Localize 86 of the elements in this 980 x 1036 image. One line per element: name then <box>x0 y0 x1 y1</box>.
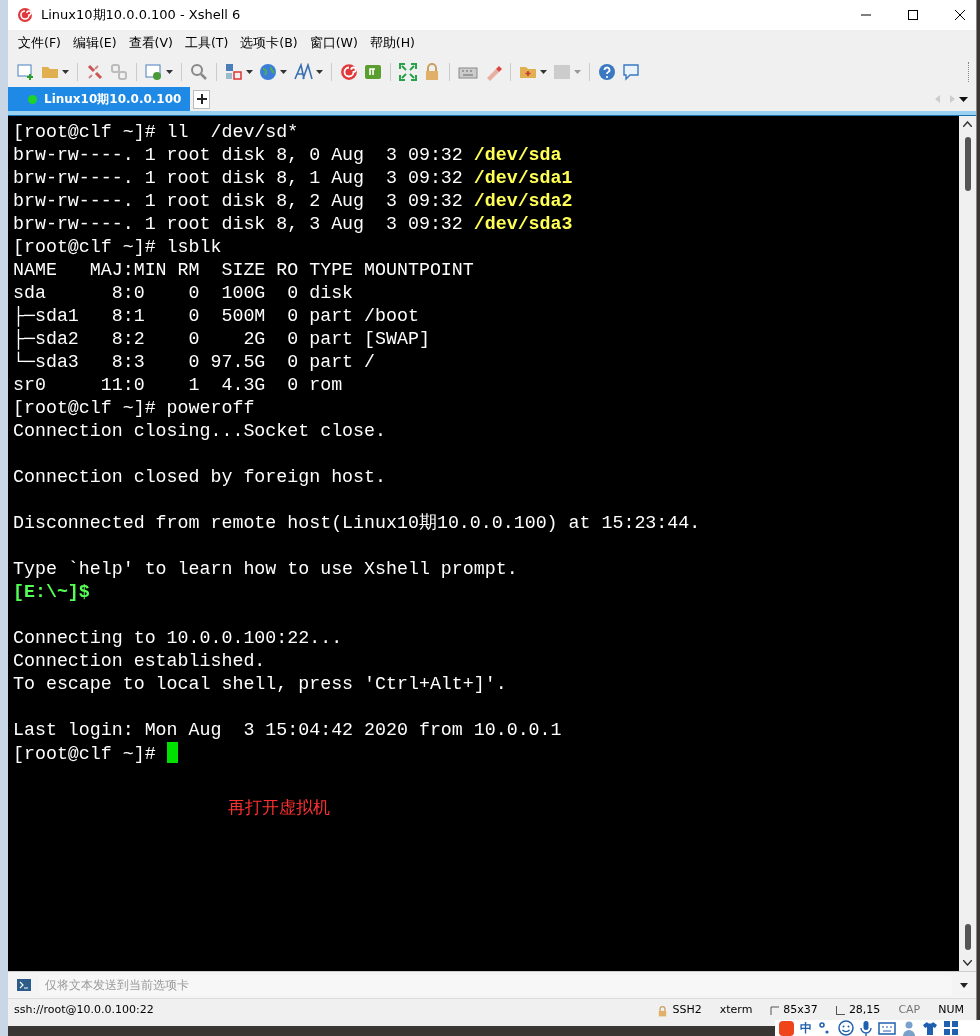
text-cursor <box>166 742 178 763</box>
terminal-text: brw-rw----. 1 root disk 8, 3 Aug 3 09:32 <box>13 214 464 234</box>
terminal-text: sda 8:0 0 100G 0 disk <box>13 283 354 303</box>
terminal-text: [root@clf ~]# ll /dev/sd* <box>13 122 299 142</box>
globe-icon[interactable] <box>259 63 277 81</box>
terminal-text: Connection closed by foreign host. <box>13 467 386 487</box>
layout-icon[interactable] <box>225 63 243 81</box>
terminal-text: To escape to local shell, press 'Ctrl+Alt+]'. <box>13 674 507 694</box>
terminal-text: ├─sda1 8:1 0 500M 0 part /boot <box>13 306 419 326</box>
terminal-text: brw-rw----. 1 root disk 8, 1 Aug 3 09:32 <box>13 168 464 188</box>
spiral-logo-icon[interactable] <box>340 63 358 81</box>
input-mode-toggle[interactable]: 中 <box>800 1020 812 1036</box>
caret-icon[interactable] <box>540 70 547 74</box>
protocol-label: SSH2 <box>672 1003 702 1016</box>
num-lock-label: NUM <box>938 1003 964 1016</box>
shirt-icon[interactable] <box>922 1021 938 1035</box>
smiley-icon[interactable] <box>838 1020 854 1036</box>
resize-icon <box>770 1006 780 1015</box>
spiral-logo-icon <box>17 7 33 23</box>
plus-icon <box>196 94 207 104</box>
fullscreen-icon[interactable] <box>399 63 417 81</box>
menu-item[interactable]: 编辑(E) <box>72 35 117 52</box>
terminal-text: [root@clf ~]# poweroff <box>13 398 255 418</box>
terminal-text: sr0 11:0 1 4.3G 0 rom <box>13 375 343 395</box>
annotation-text: 再打开虚拟机 <box>228 796 330 818</box>
font-icon[interactable] <box>293 63 313 81</box>
microphone-icon[interactable] <box>860 1020 872 1036</box>
terminal-text: ├─sda2 8:2 0 2G 0 part [SWAP] <box>13 329 430 349</box>
terminal-text: Connecting to 10.0.0.100:22... <box>13 628 343 648</box>
file-transfer-icon[interactable] <box>364 63 382 81</box>
caret-icon[interactable] <box>246 70 253 74</box>
cursor-position-icon <box>835 1006 845 1015</box>
menu-item[interactable]: 帮助(H) <box>369 35 415 52</box>
terminal-text: Disconnected from remote host(Linux10期10.0.0.100) at 15:23:44. <box>13 513 701 533</box>
terminal-icon <box>17 979 31 991</box>
terminal-text: └─sda3 8:3 0 97.5G 0 part / <box>13 352 376 372</box>
terminal-text: Connection closing...Socket close. <box>13 421 386 441</box>
scroll-thumb[interactable] <box>964 137 971 191</box>
terminal-text: brw-rw----. 1 root disk 8, 2 Aug 3 09:32 <box>13 191 464 211</box>
terminal-size-label: 85x37 <box>783 1003 818 1016</box>
toolbar-grip-icon <box>968 62 972 82</box>
caret-icon[interactable] <box>280 70 287 74</box>
scroll-thumb[interactable] <box>964 924 971 950</box>
menu-item[interactable]: 查看(V) <box>128 35 173 52</box>
caret-icon[interactable] <box>960 982 968 988</box>
terminal-text: Last login: Mon Aug 3 15:04:42 2020 from 10.0.0.1 <box>13 720 562 740</box>
caret-icon[interactable] <box>316 70 323 74</box>
terminal-text: [root@clf ~]# <box>13 744 157 764</box>
caret-icon[interactable] <box>166 70 173 74</box>
menu-item[interactable]: 选项卡(B) <box>240 35 298 52</box>
file-path: /dev/sda3 <box>473 214 573 234</box>
terminal-text: [root@clf ~]# lsblk <box>13 237 222 257</box>
terminal-text: NAME MAJ:MIN RM SIZE RO TYPE MOUNTPOINT <box>13 260 474 280</box>
menu-item[interactable]: 窗口(W) <box>309 35 358 52</box>
caret-icon[interactable] <box>959 96 968 102</box>
terminal-text: Type `help' to learn how to use Xshell prompt. <box>13 559 518 579</box>
new-tab-button[interactable] <box>193 89 210 109</box>
keyboard-icon[interactable] <box>878 1021 896 1035</box>
input-method-logo-icon[interactable] <box>779 1020 794 1036</box>
terminal-text: Connection established. <box>13 651 266 671</box>
grid-icon[interactable] <box>944 1021 958 1035</box>
menu-item[interactable]: 工具(T) <box>184 35 229 52</box>
file-path: /dev/sda1 <box>473 168 573 188</box>
terminal-text: brw-rw----. 1 root disk 8, 0 Aug 3 09:32 <box>13 145 464 165</box>
local-prompt: [E:\~]$ <box>13 582 90 602</box>
terminal-type-label: xterm <box>719 1003 753 1016</box>
tab-label: Linux10期10.0.0.100 <box>44 90 182 108</box>
caps-lock-label: CAP <box>898 1003 921 1016</box>
connection-address: ssh://root@10.0.0.100:22 <box>14 1003 154 1016</box>
new-session-icon[interactable] <box>17 63 35 81</box>
menu-item[interactable]: 文件(F) <box>18 35 61 52</box>
cursor-position-label: 28,15 <box>848 1003 881 1016</box>
window-title: Linux10期10.0.0.100 - Xshell 6 <box>41 6 241 24</box>
chat-icon[interactable] <box>622 63 640 81</box>
lock-icon <box>657 1006 669 1017</box>
maximize-icon[interactable] <box>907 9 919 21</box>
scrollbar[interactable] <box>959 116 976 971</box>
close-icon[interactable] <box>954 9 966 21</box>
caret-icon[interactable] <box>62 70 69 74</box>
session-tab[interactable]: Linux10期10.0.0.100 <box>8 87 190 111</box>
person-icon[interactable] <box>902 1020 916 1036</box>
file-path: /dev/sda <box>473 145 562 165</box>
disconnect-icon[interactable] <box>86 63 104 81</box>
help-icon[interactable] <box>598 63 616 81</box>
search-icon[interactable] <box>190 63 208 81</box>
file-path: /dev/sda2 <box>473 191 573 211</box>
